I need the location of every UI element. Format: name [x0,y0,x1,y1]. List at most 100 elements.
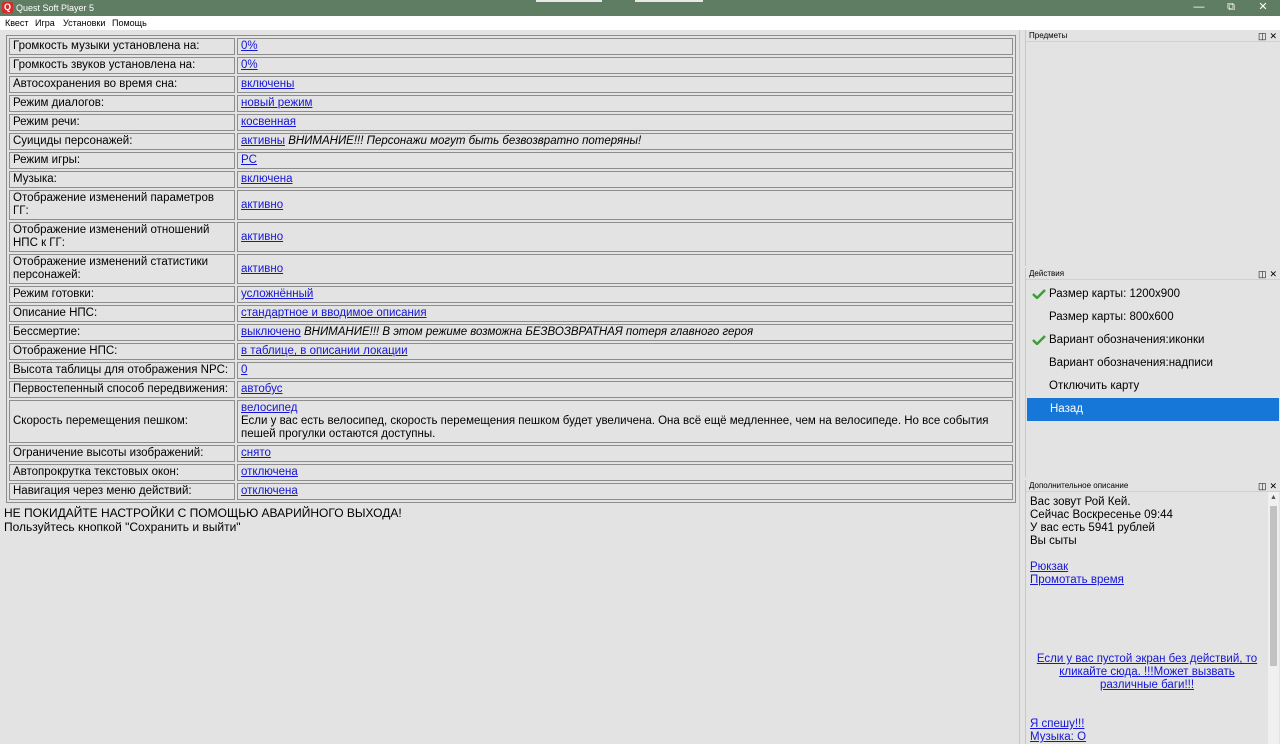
action-item[interactable]: Назад [1027,398,1279,421]
exit-warning-line: НЕ ПОКИДАЙТЕ НАСТРОЙКИ С ПОМОЩЬЮ АВАРИЙН… [4,506,402,520]
settings-row: Отображение НПС: в таблице, в описании ло… [9,343,1013,360]
setting-value-link[interactable]: включены [241,78,294,90]
setting-value-link[interactable]: PC [241,154,257,166]
setting-label: Автосохранения во время сна: [9,76,235,93]
menu-game[interactable]: Игра [35,17,55,29]
menu-help[interactable]: Помощь [112,17,147,29]
setting-value-link[interactable]: активны [241,135,285,147]
restore-icon[interactable]: ⧉ [1214,0,1248,16]
skip-time-link[interactable]: Промотать время [1030,574,1264,587]
action-item[interactable]: Вариант обозначения:иконки [1026,329,1280,352]
music-link[interactable]: Музыка: О [1030,731,1264,744]
checkmark-icon [1032,289,1046,299]
settings-row: Отображение изменений параметров ГГ: акти… [9,190,1013,220]
settings-row: Режим речи: косвенная [9,114,1013,131]
setting-value-cell: отключена [237,464,1013,481]
setting-value-cell: косвенная [237,114,1013,131]
menu-quest[interactable]: Квест [5,17,29,29]
setting-value-link[interactable]: 0% [241,59,258,71]
settings-row: Суициды персонажей: активны ВНИМАНИЕ!!! П… [9,133,1013,150]
status-line: Сейчас Воскресенье 09:44 [1030,509,1173,521]
setting-label: Автопрокрутка текстовых окон: [9,464,235,481]
setting-value-link[interactable]: активно [241,199,283,211]
settings-row: Бессмертие: выключено ВНИМАНИЕ!!! В этом … [9,324,1013,341]
empty-screen-help-link[interactable]: Если у вас пустой экран без действий, то… [1030,653,1264,692]
setting-value-link[interactable]: усложнённый [241,288,313,300]
setting-label: Описание НПС: [9,305,235,322]
settings-row: Автосохранения во время сна: включены [9,76,1013,93]
undock-icon[interactable]: ◫ [1258,481,1267,491]
title-bar-tab [536,0,602,2]
settings-row: Громкость музыки установлена на: 0% [9,38,1013,55]
setting-label: Бессмертие: [9,324,235,341]
undock-icon[interactable]: ◫ [1258,31,1267,41]
setting-value-cell: PC [237,152,1013,169]
setting-value-link[interactable]: 0 [241,364,247,376]
settings-row: Отображение изменений статистики персона… [9,254,1013,284]
actions-panel: Действия ◫ ✕ Размер карты: 1200x900 Размер… [1025,268,1280,477]
settings-row: Отображение изменений отношений НПС к ГГ… [9,222,1013,252]
close-icon[interactable]: ✕ [1269,269,1277,279]
exit-warning-hint: Пользуйтесь кнопкой "Сохранить и выйти" [4,520,241,534]
status-line: Вы сыты [1030,535,1077,547]
action-label: Размер карты: 800x600 [1049,311,1174,323]
status-line: Вас зовут Рой Кей. [1030,496,1131,508]
setting-value-link[interactable]: косвенная [241,116,296,128]
backpack-link[interactable]: Рюкзак [1030,561,1264,574]
setting-label: Режим диалогов: [9,95,235,112]
setting-label: Громкость музыки установлена на: [9,38,235,55]
setting-value-link[interactable]: включена [241,173,293,185]
settings-row: Режим диалогов: новый режим [9,95,1013,112]
action-item[interactable]: Размер карты: 800x600 [1026,306,1280,329]
setting-value-link[interactable]: выключено [241,326,301,338]
setting-label: Отображение изменений параметров ГГ: [9,190,235,220]
setting-value-link[interactable]: в таблице, в описании локации [241,345,408,357]
action-item[interactable]: Размер карты: 1200x900 [1026,283,1280,306]
setting-value-link[interactable]: стандартное и вводимое описания [241,307,427,319]
setting-value-cell: велосипед Если у вас есть велосипед, скор… [237,400,1013,443]
setting-value-cell: активно [237,254,1013,284]
items-panel: Предметы ◫ ✕ [1025,30,1280,266]
setting-value-cell: стандартное и вводимое описания [237,305,1013,322]
setting-value-link[interactable]: 0% [241,40,258,52]
undock-icon[interactable]: ◫ [1258,269,1267,279]
close-icon[interactable]: ✕ [1269,31,1277,41]
setting-label: Навигация через меню действий: [9,483,235,500]
setting-value-link[interactable]: снято [241,447,271,459]
description-scrollbar[interactable]: ▲ [1268,492,1279,744]
app-logo-icon: Q [2,2,13,13]
settings-row: Режим готовки: усложнённый [9,286,1013,303]
setting-value-cell: выключено ВНИМАНИЕ!!! В этом режиме возм… [237,324,1013,341]
setting-value-link[interactable]: велосипед [241,402,297,414]
panel-title: Дополнительное описание [1029,481,1129,490]
close-icon[interactable]: ✕ [1246,0,1280,16]
main-text-window: Громкость музыки установлена на: 0% Громко… [0,30,1020,744]
title-bar-tab [635,0,703,2]
scroll-up-icon[interactable]: ▲ [1268,492,1279,503]
setting-value-link[interactable]: активно [241,231,283,243]
action-item[interactable]: Вариант обозначения:надписи [1026,352,1280,375]
setting-value-cell: новый режим [237,95,1013,112]
setting-label: Первостепенный способ передвижения: [9,381,235,398]
setting-value-cell: автобус [237,381,1013,398]
close-icon[interactable]: ✕ [1269,481,1277,491]
menu-settings[interactable]: Установки [63,17,105,29]
setting-value-link[interactable]: отключена [241,485,298,497]
panel-title: Предметы [1029,31,1068,40]
setting-value-link[interactable]: отключена [241,466,298,478]
setting-value-link[interactable]: новый режим [241,97,312,109]
setting-value-link[interactable]: автобус [241,383,283,395]
setting-value-cell: 0% [237,38,1013,55]
action-label: Вариант обозначения:надписи [1049,357,1213,369]
setting-value-cell: включены [237,76,1013,93]
hurry-link[interactable]: Я спешу!!! [1030,718,1264,731]
exit-warning: НЕ ПОКИДАЙТЕ НАСТРОЙКИ С ПОМОЩЬЮ АВАРИЙН… [4,506,402,534]
scroll-thumb[interactable] [1270,506,1277,666]
setting-label: Режим речи: [9,114,235,131]
setting-value-link[interactable]: активно [241,263,283,275]
minimize-icon[interactable]: — [1182,0,1216,16]
panel-header: Предметы ◫ ✕ [1026,30,1280,42]
settings-row: Скорость перемещения пешком: велосипед Есл… [9,400,1013,443]
action-label: Отключить карту [1049,380,1140,392]
action-item[interactable]: Отключить карту [1026,375,1280,398]
